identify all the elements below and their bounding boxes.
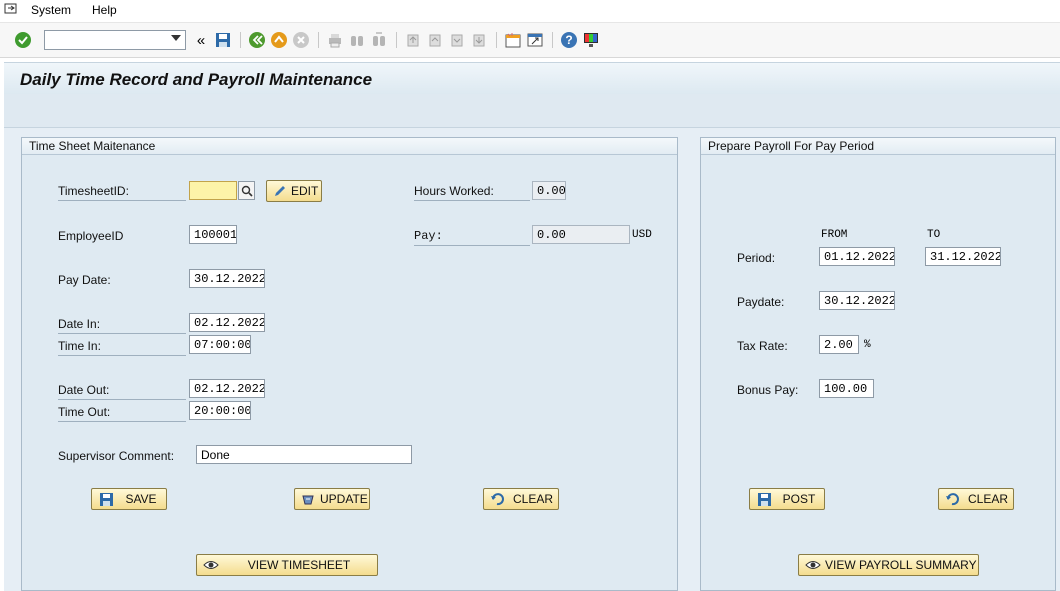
svg-text:?: ? [565, 33, 572, 47]
toolbar-separator [496, 32, 497, 48]
save-button[interactable]: SAVE [91, 488, 167, 510]
edit-button[interactable]: EDIT [266, 180, 322, 202]
find-next-icon[interactable] [370, 31, 388, 49]
tax-rate-label: Tax Rate: [737, 339, 788, 353]
previous-page-icon[interactable] [426, 31, 444, 49]
hours-worked-field: 0.00 [532, 181, 566, 200]
eraser-icon [301, 491, 316, 507]
toolbar-separator [318, 32, 319, 48]
payroll-group-title: Prepare Payroll For Pay Period [701, 138, 1055, 155]
title-bar: Daily Time Record and Payroll Maintenanc… [4, 62, 1060, 94]
employee-id-input[interactable]: 100001 [189, 225, 237, 244]
search-help-icon[interactable] [238, 181, 255, 200]
eye-icon [203, 557, 219, 573]
post-button[interactable]: POST [749, 488, 825, 510]
hours-worked-label: Hours Worked: [414, 184, 530, 201]
save-icon [98, 491, 114, 507]
view-timesheet-button[interactable]: VIEW TIMESHEET [196, 554, 378, 576]
timesheet-group: Time Sheet Maitenance TimesheetID: EDIT … [21, 137, 678, 591]
tax-rate-input[interactable]: 2.00 [819, 335, 859, 354]
double-chevron-left-icon[interactable]: « [192, 31, 210, 49]
pay-currency: USD [632, 229, 652, 241]
pay-label: Pay: [414, 229, 530, 246]
pay-date-input[interactable]: 30.12.2022 [189, 269, 265, 288]
date-in-label: Date In: [58, 317, 186, 334]
back-icon[interactable] [248, 31, 266, 49]
clear-button-label: CLEAR [513, 492, 554, 506]
cancel-icon[interactable] [292, 31, 310, 49]
time-out-label: Time Out: [58, 405, 186, 422]
save-icon [756, 491, 772, 507]
shortcut-icon[interactable] [526, 31, 544, 49]
payroll-clear-button-label: CLEAR [968, 492, 1009, 506]
supervisor-comment-label: Supervisor Comment: [58, 449, 175, 463]
edit-button-label: EDIT [291, 184, 319, 198]
period-to-input[interactable]: 31.12.2022 [925, 247, 1001, 266]
chevron-down-icon[interactable] [171, 35, 181, 41]
menu-icon[interactable] [4, 2, 18, 19]
view-payroll-summary-button[interactable]: VIEW PAYROLL SUMMARY [798, 554, 979, 576]
menu-system[interactable]: System [31, 3, 71, 17]
create-session-icon[interactable] [504, 31, 522, 49]
menu-help[interactable]: Help [92, 3, 117, 17]
time-in-label: Time In: [58, 339, 186, 356]
period-from-header: FROM [821, 229, 848, 241]
time-out-input[interactable]: 20:00:00 [189, 401, 251, 420]
time-in-input[interactable]: 07:00:00 [189, 335, 251, 354]
bonus-pay-label: Bonus Pay: [737, 383, 799, 397]
enter-icon[interactable] [14, 31, 32, 49]
date-out-label: Date Out: [58, 383, 186, 400]
pay-date-label: Pay Date: [58, 273, 111, 287]
post-button-label: POST [782, 492, 816, 506]
print-icon[interactable] [326, 31, 344, 49]
customize-layout-icon[interactable] [582, 31, 600, 49]
view-timesheet-button-label: VIEW TIMESHEET [247, 558, 351, 572]
toolbar-separator [552, 32, 553, 48]
timesheet-id-input[interactable] [189, 181, 237, 200]
last-page-icon[interactable] [470, 31, 488, 49]
command-field[interactable] [44, 30, 186, 50]
toolbar-separator [396, 32, 397, 48]
bonus-pay-input[interactable]: 100.00 [819, 379, 874, 398]
find-icon[interactable] [348, 31, 366, 49]
next-page-icon[interactable] [448, 31, 466, 49]
page-title: Daily Time Record and Payroll Maintenanc… [20, 70, 373, 89]
tax-rate-unit: % [864, 339, 871, 351]
clear-button[interactable]: CLEAR [483, 488, 559, 510]
toolbar: « ? [0, 22, 1060, 58]
toolbar-separator [240, 32, 241, 48]
employee-id-label: EmployeeID [58, 229, 124, 243]
exit-icon[interactable] [270, 31, 288, 49]
undo-icon [945, 491, 960, 507]
save-button-label: SAVE [125, 492, 157, 506]
supervisor-comment-input[interactable]: Done [196, 445, 412, 464]
date-in-input[interactable]: 02.12.2022 [189, 313, 265, 332]
undo-icon [490, 491, 505, 507]
date-out-input[interactable]: 02.12.2022 [189, 379, 265, 398]
update-button-label: UPDATE [320, 492, 368, 506]
first-page-icon[interactable] [404, 31, 422, 49]
payroll-clear-button[interactable]: CLEAR [938, 488, 1014, 510]
menu-bar: System Help [0, 0, 1060, 22]
payroll-group: Prepare Payroll For Pay Period FROM TO P… [700, 137, 1056, 591]
view-payroll-summary-button-label: VIEW PAYROLL SUMMARY [825, 558, 977, 572]
save-icon[interactable] [214, 31, 232, 49]
pay-field: 0.00 [532, 225, 630, 244]
paydate-input[interactable]: 30.12.2022 [819, 291, 895, 310]
pencil-icon [273, 183, 287, 199]
period-from-input[interactable]: 01.12.2022 [819, 247, 895, 266]
help-icon[interactable]: ? [560, 31, 578, 49]
paydate-label: Paydate: [737, 295, 785, 309]
eye-icon [805, 557, 821, 573]
period-to-header: TO [927, 229, 941, 241]
period-label: Period: [737, 251, 776, 265]
update-button[interactable]: UPDATE [294, 488, 370, 510]
timesheet-id-label: TimesheetID: [58, 184, 186, 201]
timesheet-group-title: Time Sheet Maitenance [22, 138, 677, 155]
application-toolbar [4, 94, 1060, 128]
